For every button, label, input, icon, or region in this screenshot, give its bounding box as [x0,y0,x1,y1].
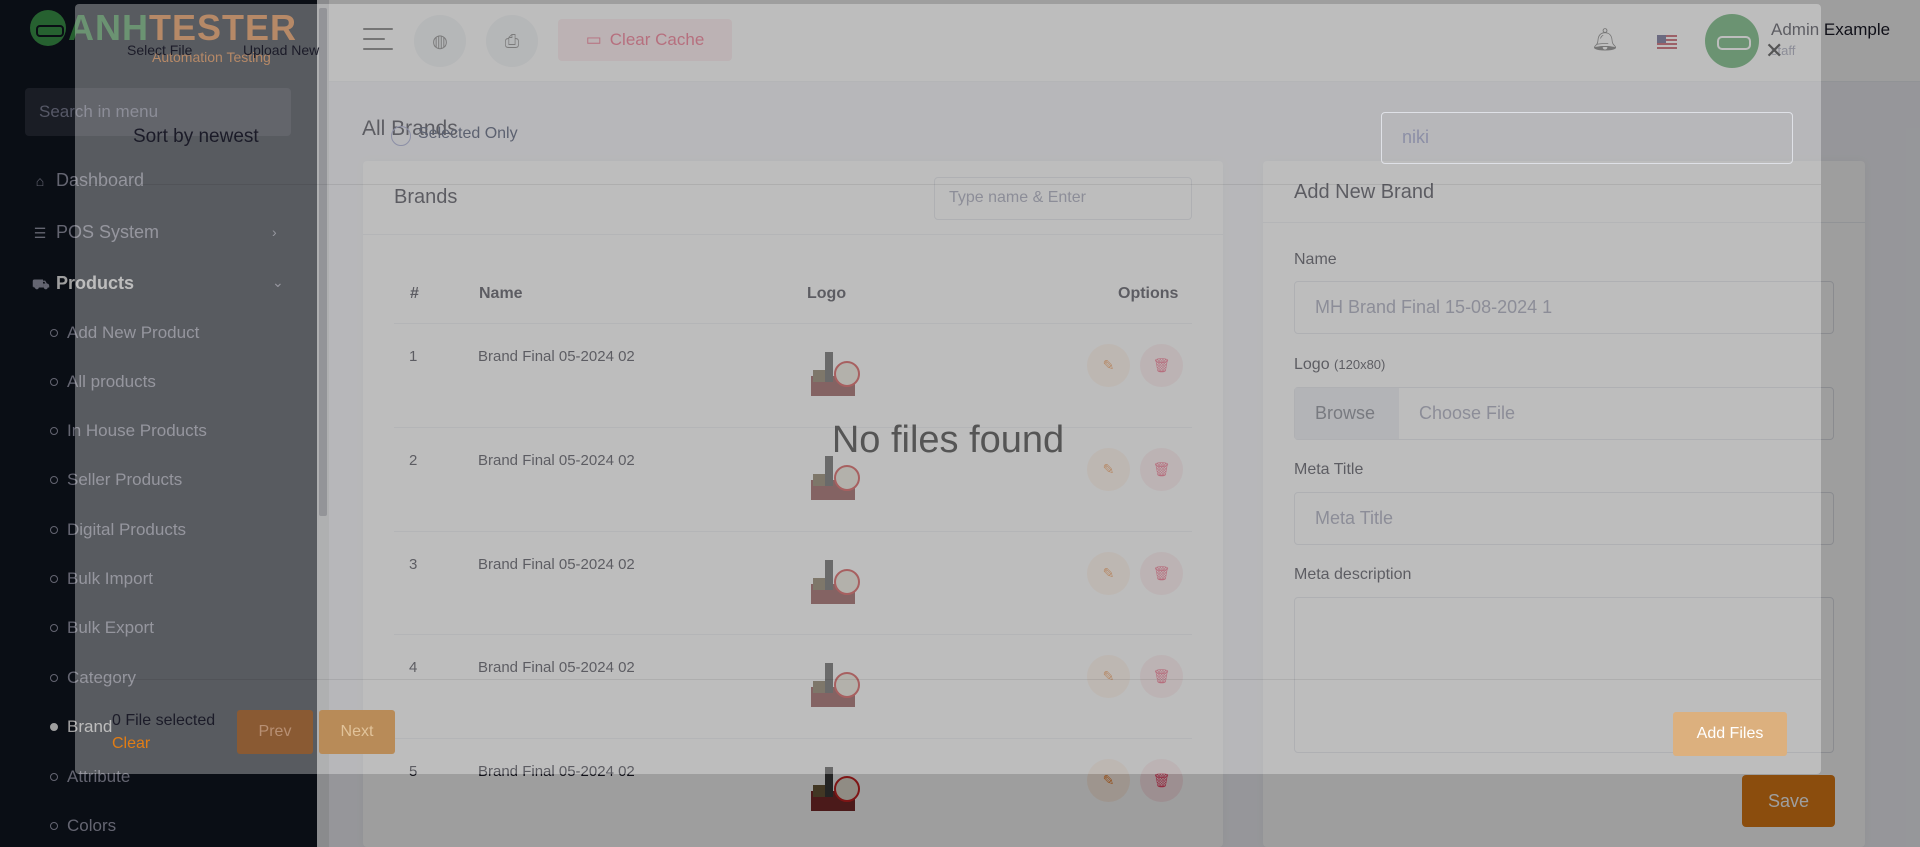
prev-button[interactable]: Prev [237,710,313,754]
divider [75,679,1821,680]
selected-only-radio[interactable] [391,126,411,146]
file-selected-count: 0 File selected [112,712,216,729]
tab-upload-new[interactable]: Upload New [243,42,319,58]
tab-select-file[interactable]: Select File [127,42,192,58]
empty-state: No files found [831,419,1065,461]
file-picker-modal: Select File Upload New ✕ Sort by newest … [75,4,1821,774]
next-button[interactable]: Next [319,710,395,754]
add-files-button[interactable]: Add Files [1673,712,1787,756]
selected-only-label: Selected Only [418,125,518,142]
divider [75,184,1821,185]
close-icon[interactable]: ✕ [1765,38,1783,64]
sort-select[interactable]: Sort by newest [105,114,405,160]
clear-link[interactable]: Clear [112,735,150,753]
file-search-input[interactable]: niki [1381,112,1793,164]
